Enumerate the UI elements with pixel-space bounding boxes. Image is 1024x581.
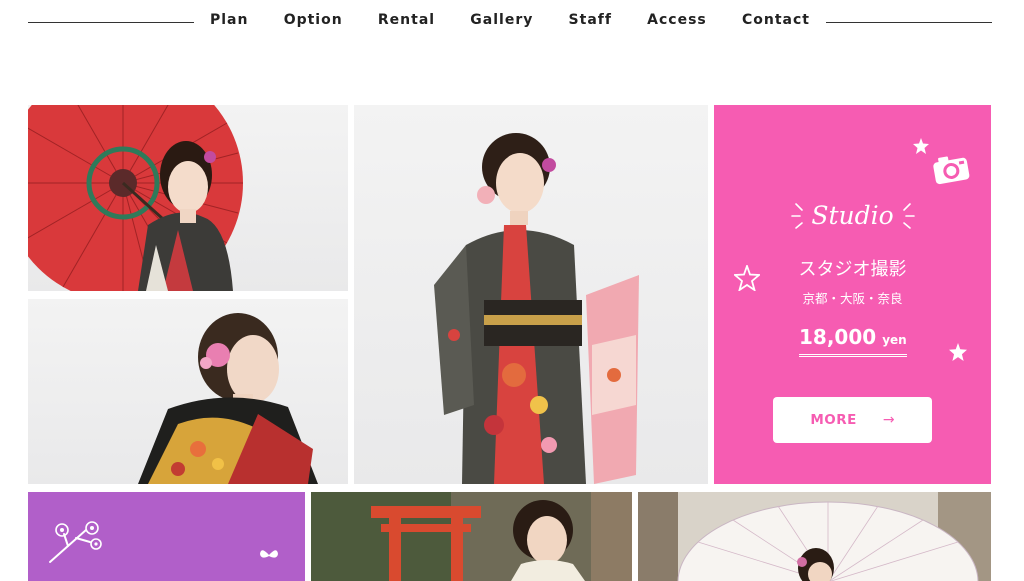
studio-price: 18,000 yen	[799, 325, 907, 357]
more-button-label: MORE	[810, 412, 857, 428]
nav-item-option[interactable]: Option	[284, 12, 343, 28]
kimono-woman-full-length-photo[interactable]	[354, 105, 708, 484]
main-nav: Plan Option Rental Gallery Staff Access …	[0, 0, 1024, 46]
studio-locations: 京都・大阪・奈良	[802, 291, 903, 306]
nav-item-contact[interactable]: Contact	[742, 12, 810, 28]
nav-item-gallery[interactable]: Gallery	[470, 12, 533, 28]
studio-title: スタジオ撮影	[798, 259, 907, 280]
arrow-right-icon: →	[882, 412, 895, 428]
nav-items: Plan Option Rental Gallery Staff Access …	[210, 12, 810, 28]
more-button[interactable]: MORE →	[773, 397, 932, 443]
price-unit: yen	[882, 333, 907, 347]
woman-with-parasol-photo[interactable]	[638, 492, 991, 581]
plum-blossom-icon	[49, 521, 102, 563]
star-icon	[913, 138, 929, 154]
nav-item-rental[interactable]: Rental	[378, 12, 435, 28]
price-value: 18,000	[799, 325, 877, 349]
butterfly-icon	[260, 550, 278, 558]
woman-at-shrine-photo[interactable]	[311, 492, 632, 581]
nav-divider-right	[826, 22, 992, 23]
nav-item-access[interactable]: Access	[647, 12, 707, 28]
camera-icon	[933, 156, 970, 185]
purple-card[interactable]	[28, 492, 305, 581]
star-icon	[949, 343, 967, 361]
studio-card[interactable]: Studio スタジオ撮影 京都・大阪・奈良 18,000 yen MORE →	[714, 105, 991, 484]
nav-item-staff[interactable]: Staff	[569, 12, 612, 28]
studio-script-label: Studio	[811, 201, 894, 230]
nav-divider-left	[28, 22, 194, 23]
kimono-woman-with-red-umbrella-photo[interactable]	[28, 105, 348, 291]
kimono-woman-back-view-photo[interactable]	[28, 299, 348, 484]
nav-item-plan[interactable]: Plan	[210, 12, 248, 28]
